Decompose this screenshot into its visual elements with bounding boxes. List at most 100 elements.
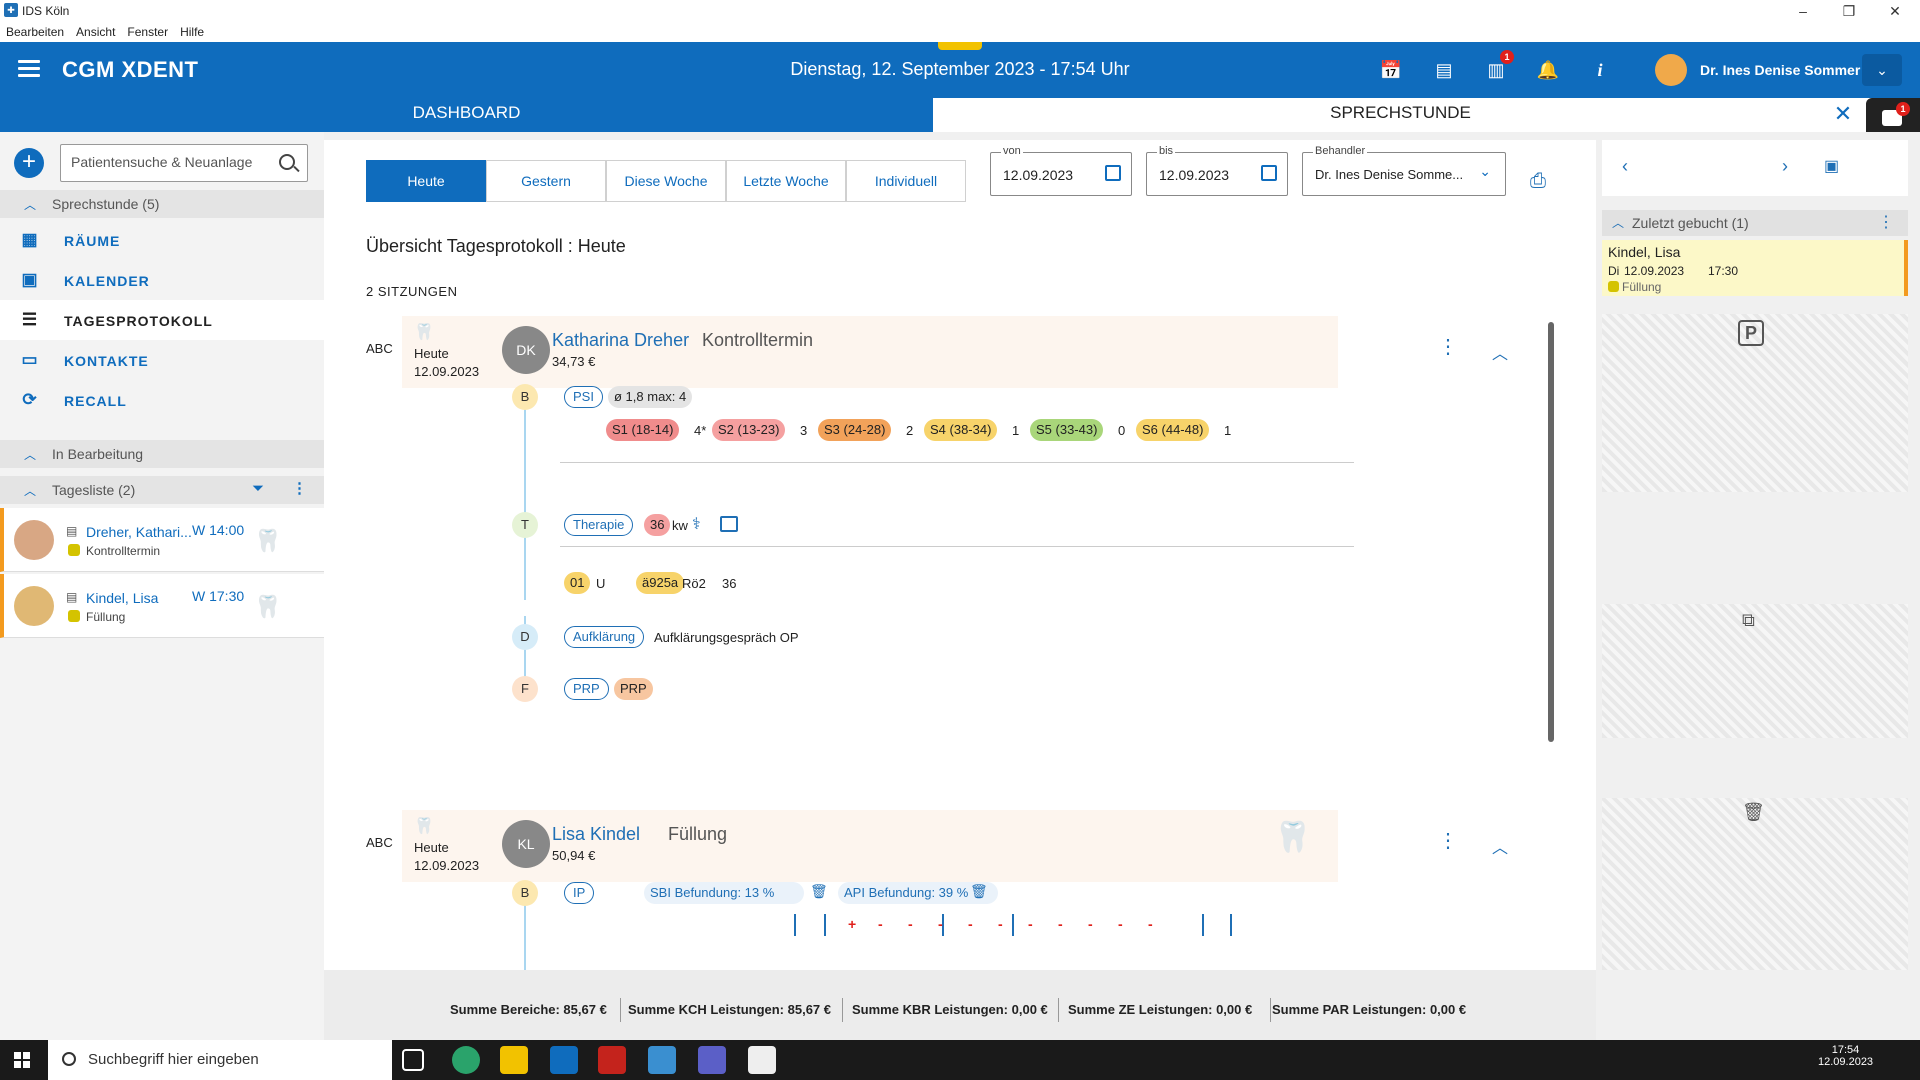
sums-bar: Summe Bereiche: 85,67 € Summe KCH Leistu… <box>324 970 1596 1040</box>
tab-diese-woche[interactable]: Diese Woche <box>606 160 726 202</box>
tab-dashboard[interactable]: DASHBOARD <box>0 98 933 132</box>
section-zuletzt-gebucht[interactable]: ︿ Zuletzt gebucht (1) ⋮ <box>1602 210 1908 236</box>
tooth-icon <box>1608 281 1619 292</box>
print-icon[interactable]: ⎙ <box>1530 170 1546 193</box>
patient-name[interactable]: Katharina Dreher <box>552 330 689 351</box>
minimize-button[interactable]: – <box>1780 0 1826 22</box>
calendar-help-icon[interactable]: 📅 <box>1377 56 1405 84</box>
windows-start-icon[interactable] <box>14 1052 30 1068</box>
chart-mark: - <box>998 916 1003 932</box>
stethoscope-icon[interactable]: ⚕ <box>692 514 701 534</box>
explorer-icon[interactable] <box>500 1046 528 1074</box>
collapse-icon[interactable]: ︿ <box>1492 834 1508 858</box>
teams-icon[interactable] <box>698 1046 726 1074</box>
chevron-left-icon[interactable]: ‹ <box>1622 156 1628 177</box>
date-to-field[interactable]: bis 12.09.2023 <box>1146 145 1288 196</box>
session-header[interactable]: 🦷 Heute 12.09.2023 DK Katharina Dreher K… <box>402 316 1338 388</box>
parking-icon: P <box>1738 320 1764 346</box>
more-options-icon[interactable]: ⋮ <box>1438 334 1458 359</box>
trash-icon[interactable]: 🗑 <box>810 883 828 900</box>
page-title: Übersicht Tagesprotokoll : Heute <box>366 236 626 256</box>
delete-dropzone[interactable]: 🗑 <box>1602 798 1908 970</box>
search-icon <box>62 1052 76 1066</box>
more-options-icon[interactable]: ⋮ <box>1878 212 1894 232</box>
chart-mark: - <box>938 916 943 932</box>
list-item[interactable]: ▤ Kindel, Lisa W 17:30 Füllung 🦷 <box>0 574 324 638</box>
calendar-icon[interactable] <box>1261 165 1277 181</box>
booked-card[interactable]: Kindel, Lisa Di 12.09.2023 17:30 Füllung <box>1602 240 1908 296</box>
info-icon[interactable]: i <box>1586 56 1614 84</box>
menu-bearbeiten[interactable]: Bearbeiten <box>0 22 70 39</box>
tab-gestern[interactable]: Gestern <box>486 160 606 202</box>
patient-name[interactable]: Lisa Kindel <box>552 824 640 845</box>
section-in-bearbeitung[interactable]: ︿ In Bearbeitung <box>0 440 324 468</box>
prp-tag[interactable]: PRP <box>564 678 609 700</box>
more-options-icon[interactable]: ⋮ <box>292 479 307 497</box>
ip-tag[interactable]: IP <box>564 882 595 904</box>
tooth-status-icon: 🦷 <box>254 528 282 553</box>
taskbar-search[interactable]: Suchbegriff hier eingeben <box>48 1040 392 1080</box>
tab-heute[interactable]: Heute <box>366 160 486 202</box>
sum-kch: Summe KCH Leistungen: 85,67 € <box>628 1002 831 1017</box>
acrobat-icon[interactable] <box>598 1046 626 1074</box>
tab-sprechstunde[interactable]: SPRECHSTUNDE <box>933 98 1868 132</box>
collapse-icon[interactable]: ︿ <box>1492 340 1508 364</box>
app-header: CGM XDENT Dienstag, 12. September 2023 -… <box>0 42 1920 98</box>
more-options-icon[interactable]: ⋮ <box>1438 828 1458 853</box>
copy-dropzone[interactable]: ⧉ <box>1602 604 1908 738</box>
menu-hilfe[interactable]: Hilfe <box>174 22 210 39</box>
chevron-right-icon[interactable]: › <box>1782 156 1788 177</box>
outlook-icon[interactable] <box>550 1046 578 1074</box>
patient-search[interactable] <box>60 144 308 182</box>
user-menu-chevron-icon[interactable]: ⌄ <box>1862 54 1902 86</box>
sidebar-item-kontakte[interactable]: ▭ KONTAKTE <box>0 340 324 380</box>
bell-icon[interactable]: 🔔 <box>1534 56 1562 84</box>
aufklaerung-tag[interactable]: Aufklärung <box>564 626 645 648</box>
menu-fenster[interactable]: Fenster <box>121 22 174 39</box>
menu-ansicht[interactable]: Ansicht <box>70 22 121 39</box>
sidebar-item-kalender[interactable]: ▣ KALENDER <box>0 260 324 300</box>
calendar-icon[interactable] <box>1105 165 1121 181</box>
contacts-icon: ▭ <box>21 350 39 369</box>
task-view-icon[interactable] <box>402 1049 424 1071</box>
psi-tag[interactable]: PSI <box>564 386 603 408</box>
7zip-icon[interactable] <box>748 1046 776 1074</box>
close-window-button[interactable]: ✕ <box>1872 0 1918 22</box>
calendar-icon[interactable] <box>720 516 738 532</box>
tab-letzte-woche[interactable]: Letzte Woche <box>726 160 846 202</box>
search-icon[interactable] <box>279 154 295 170</box>
parking-dropzone[interactable]: P <box>1602 314 1908 492</box>
add-patient-button[interactable]: + <box>14 148 44 178</box>
tab-individuell[interactable]: Individuell <box>846 160 966 202</box>
ids-app-icon[interactable] <box>648 1046 676 1074</box>
calendar-search-icon[interactable]: ▣ <box>1824 156 1839 176</box>
card-reader-icon[interactable]: ▤ <box>1430 56 1458 84</box>
list-item[interactable]: ▤ Dreher, Kathari... W 14:00 Kontrollter… <box>0 508 324 572</box>
user-name[interactable]: Dr. Ines Denise Sommer <box>1700 62 1860 78</box>
divider <box>1058 998 1059 1022</box>
sextant-s2: S2 (13-23) <box>712 419 786 441</box>
sidebar-item-tagesprotokoll[interactable]: ☰ TAGESPROTOKOLL <box>0 300 324 340</box>
behandler-select[interactable]: Behandler Dr. Ines Denise Somme... ⌄ <box>1302 145 1506 196</box>
pull-down-handle[interactable] <box>938 42 982 50</box>
restore-button[interactable]: ❐ <box>1826 0 1872 22</box>
chart-tick <box>824 914 826 936</box>
session-header[interactable]: 🦷 Heute 12.09.2023 KL Lisa Kindel Füllun… <box>402 810 1338 882</box>
section-tagesliste[interactable]: ︿ Tagesliste (2) ⏷ ⋮ <box>0 476 324 504</box>
tooth-chart-icon: 🦷 <box>414 818 434 835</box>
trash-icon[interactable]: 🗑 <box>970 883 988 900</box>
section-sprechstunde[interactable]: ︿ Sprechstunde (5) <box>0 190 324 218</box>
divider <box>1270 998 1271 1022</box>
system-clock[interactable]: 17:54 12.09.2023 <box>1818 1044 1873 1068</box>
sidebar-item-recall[interactable]: ⟳ RECALL <box>0 380 324 420</box>
date-from-field[interactable]: von 12.09.2023 <box>990 145 1132 196</box>
filter-icon[interactable]: ⏷ <box>252 480 264 497</box>
edge-icon[interactable] <box>452 1046 480 1074</box>
therapie-tag[interactable]: Therapie <box>564 514 634 536</box>
sidebar-item-raeume[interactable]: ▦ RÄUME <box>0 220 324 260</box>
user-avatar[interactable] <box>1655 54 1687 86</box>
patient-search-input[interactable] <box>71 154 271 170</box>
vertical-scrollbar[interactable] <box>1548 322 1554 742</box>
close-tab-icon[interactable]: ✕ <box>1832 100 1854 128</box>
sum-bereiche: Summe Bereiche: 85,67 € <box>450 1002 607 1017</box>
